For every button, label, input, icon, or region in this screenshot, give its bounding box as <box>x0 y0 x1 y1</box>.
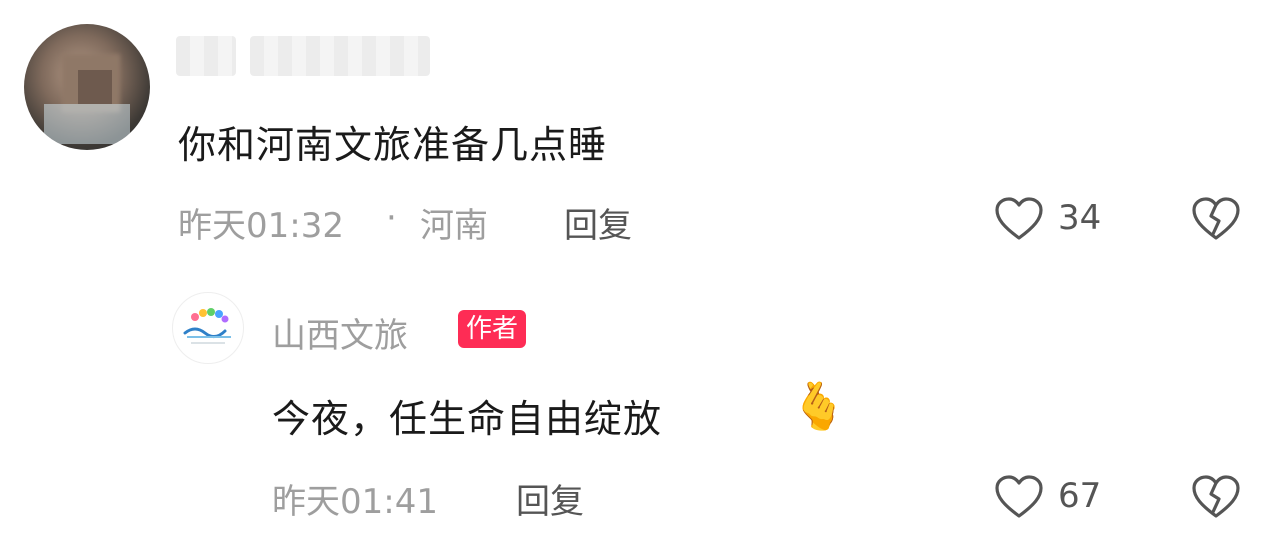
reply-reply-button[interactable]: 回复 <box>516 474 584 523</box>
broken-heart-icon[interactable] <box>1190 474 1242 520</box>
commenter-name-masked[interactable] <box>176 36 236 76</box>
commenter-avatar[interactable] <box>24 24 150 150</box>
comment-like-count: 34 <box>1058 198 1102 238</box>
reply-time: 昨天01:41 <box>272 482 438 522</box>
heart-outline-icon[interactable] <box>994 474 1044 520</box>
reply-like-count: 67 <box>1058 476 1102 516</box>
author-name[interactable]: 山西文旅 <box>272 308 408 357</box>
author-avatar[interactable] <box>172 292 244 364</box>
reply-text: 今夜，任生命自由绽放 <box>272 397 663 441</box>
author-badge: 作者 <box>458 310 527 348</box>
comment-reply-button[interactable]: 回复 <box>564 198 632 247</box>
finger-heart-emoji: 🫰 <box>790 379 848 433</box>
comment-text: 你和河南文旅准备几点睡 <box>178 123 608 167</box>
comment-time: 昨天01:32 <box>178 206 344 246</box>
comment-separator: · <box>386 198 397 238</box>
broken-heart-icon[interactable] <box>1190 196 1242 242</box>
heart-outline-icon[interactable] <box>994 196 1044 242</box>
commenter-name-masked-2[interactable] <box>250 36 430 76</box>
comment-location: 河南 <box>420 206 488 246</box>
